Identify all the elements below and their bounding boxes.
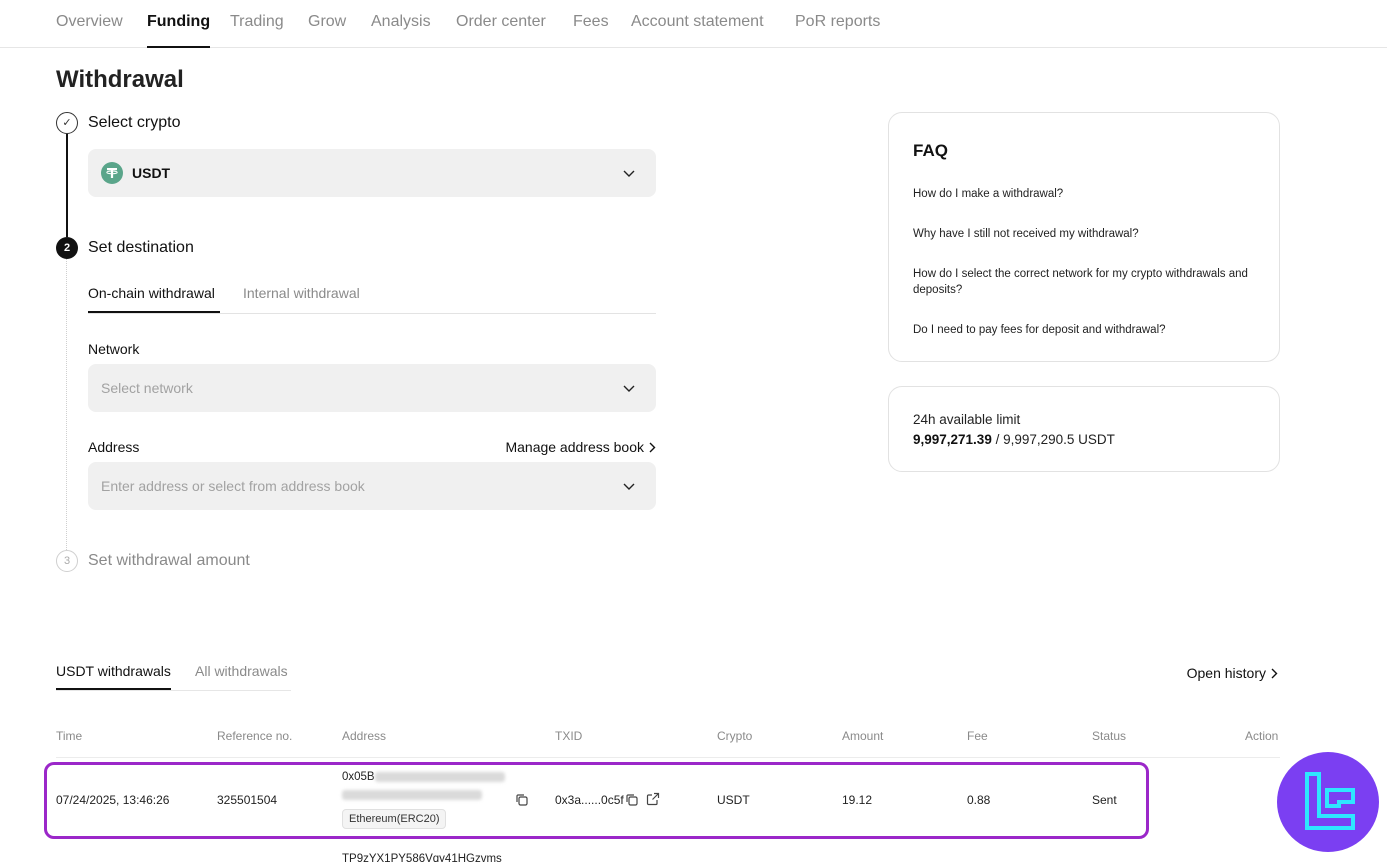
crypto-select-value: USDT (132, 165, 171, 181)
column-header-time: Time (56, 729, 83, 743)
network-label: Network (88, 341, 140, 357)
address-input[interactable]: Enter address or select from address boo… (88, 462, 656, 510)
tab-fees[interactable]: Fees (573, 12, 609, 48)
address-placeholder: Enter address or select from address boo… (101, 478, 365, 494)
column-header-action: Action (1245, 729, 1279, 743)
limit-available: 9,997,271.39 (913, 432, 992, 447)
next-row-address: TP9zYX1PY586Vqy41HGzvms (342, 853, 502, 862)
destination-tabs-divider (88, 313, 656, 314)
tab-account-statement[interactable]: Account statement (631, 12, 764, 48)
network-placeholder: Select network (101, 380, 193, 396)
top-navigation: Overview Funding Trading Grow Analysis O… (0, 0, 1387, 48)
address-label: Address (88, 439, 140, 455)
tab-funding[interactable]: Funding (147, 12, 211, 48)
chevron-down-icon (623, 483, 635, 490)
tether-icon (101, 162, 123, 184)
manage-address-book-link[interactable]: Manage address book (505, 439, 656, 455)
chevron-down-icon (623, 170, 635, 177)
crypto-select[interactable]: USDT (88, 149, 656, 197)
tab-grow[interactable]: Grow (308, 12, 346, 48)
active-tab-indicator (56, 688, 171, 690)
stepper-line-pending (66, 259, 67, 550)
tab-trading[interactable]: Trading (230, 12, 284, 48)
chevron-right-icon (1271, 668, 1278, 679)
chevron-right-icon (649, 442, 656, 453)
tab-internal-withdrawal[interactable]: Internal withdrawal (243, 285, 360, 301)
tab-order-center[interactable]: Order center (456, 12, 546, 48)
tab-onchain-withdrawal[interactable]: On-chain withdrawal (88, 285, 215, 301)
step-2-number: 2 (56, 237, 78, 259)
column-header-txid: TXID (555, 729, 583, 743)
open-history-link[interactable]: Open history (1187, 665, 1278, 681)
limit-title: 24h available limit (913, 412, 1021, 427)
limit-value: 9,997,271.39 / 9,997,290.5 USDT (913, 432, 1115, 447)
tab-por-reports[interactable]: PoR reports (795, 12, 880, 48)
table-header-divider (56, 757, 1280, 758)
network-select[interactable]: Select network (88, 364, 656, 412)
step-1-title: Select crypto (88, 114, 181, 131)
active-tab-indicator (88, 311, 220, 313)
tab-overview[interactable]: Overview (56, 12, 123, 48)
tab-all-withdrawals[interactable]: All withdrawals (195, 663, 288, 679)
step-2-title: Set destination (88, 239, 194, 256)
step-1-check-icon: ✓ (56, 112, 78, 134)
row-highlight-annotation (44, 762, 1149, 839)
page-title: Withdrawal (56, 66, 184, 93)
column-header-status: Status (1092, 729, 1127, 743)
brand-logo (1277, 752, 1379, 852)
history-tabs-divider (56, 690, 291, 691)
step-3-number: 3 (56, 550, 78, 572)
column-header-fee: Fee (967, 729, 988, 743)
open-history-label: Open history (1186, 665, 1266, 681)
step-3-title: Set withdrawal amount (88, 552, 250, 569)
faq-item[interactable]: How do I make a withdrawal? (913, 186, 1257, 202)
stepper-line-completed (66, 134, 68, 237)
faq-item[interactable]: Do I need to pay fees for deposit and wi… (913, 322, 1257, 338)
tab-analysis[interactable]: Analysis (371, 12, 431, 48)
column-header-reference: Reference no. (217, 729, 293, 743)
manage-address-book-label: Manage address book (505, 439, 644, 455)
column-header-crypto: Crypto (717, 729, 753, 743)
column-header-address: Address (342, 729, 387, 743)
tab-usdt-withdrawals[interactable]: USDT withdrawals (56, 663, 171, 679)
faq-title: FAQ (913, 141, 948, 160)
limit-total: / 9,997,290.5 USDT (991, 432, 1115, 447)
chevron-down-icon (623, 385, 635, 392)
faq-card: FAQ How do I make a withdrawal? Why have… (888, 112, 1280, 362)
withdrawal-limit-card: 24h available limit 9,997,271.39 / 9,997… (888, 386, 1280, 472)
column-header-amount: Amount (842, 729, 884, 743)
faq-item[interactable]: How do I select the correct network for … (913, 266, 1257, 298)
faq-item[interactable]: Why have I still not received my withdra… (913, 226, 1257, 242)
